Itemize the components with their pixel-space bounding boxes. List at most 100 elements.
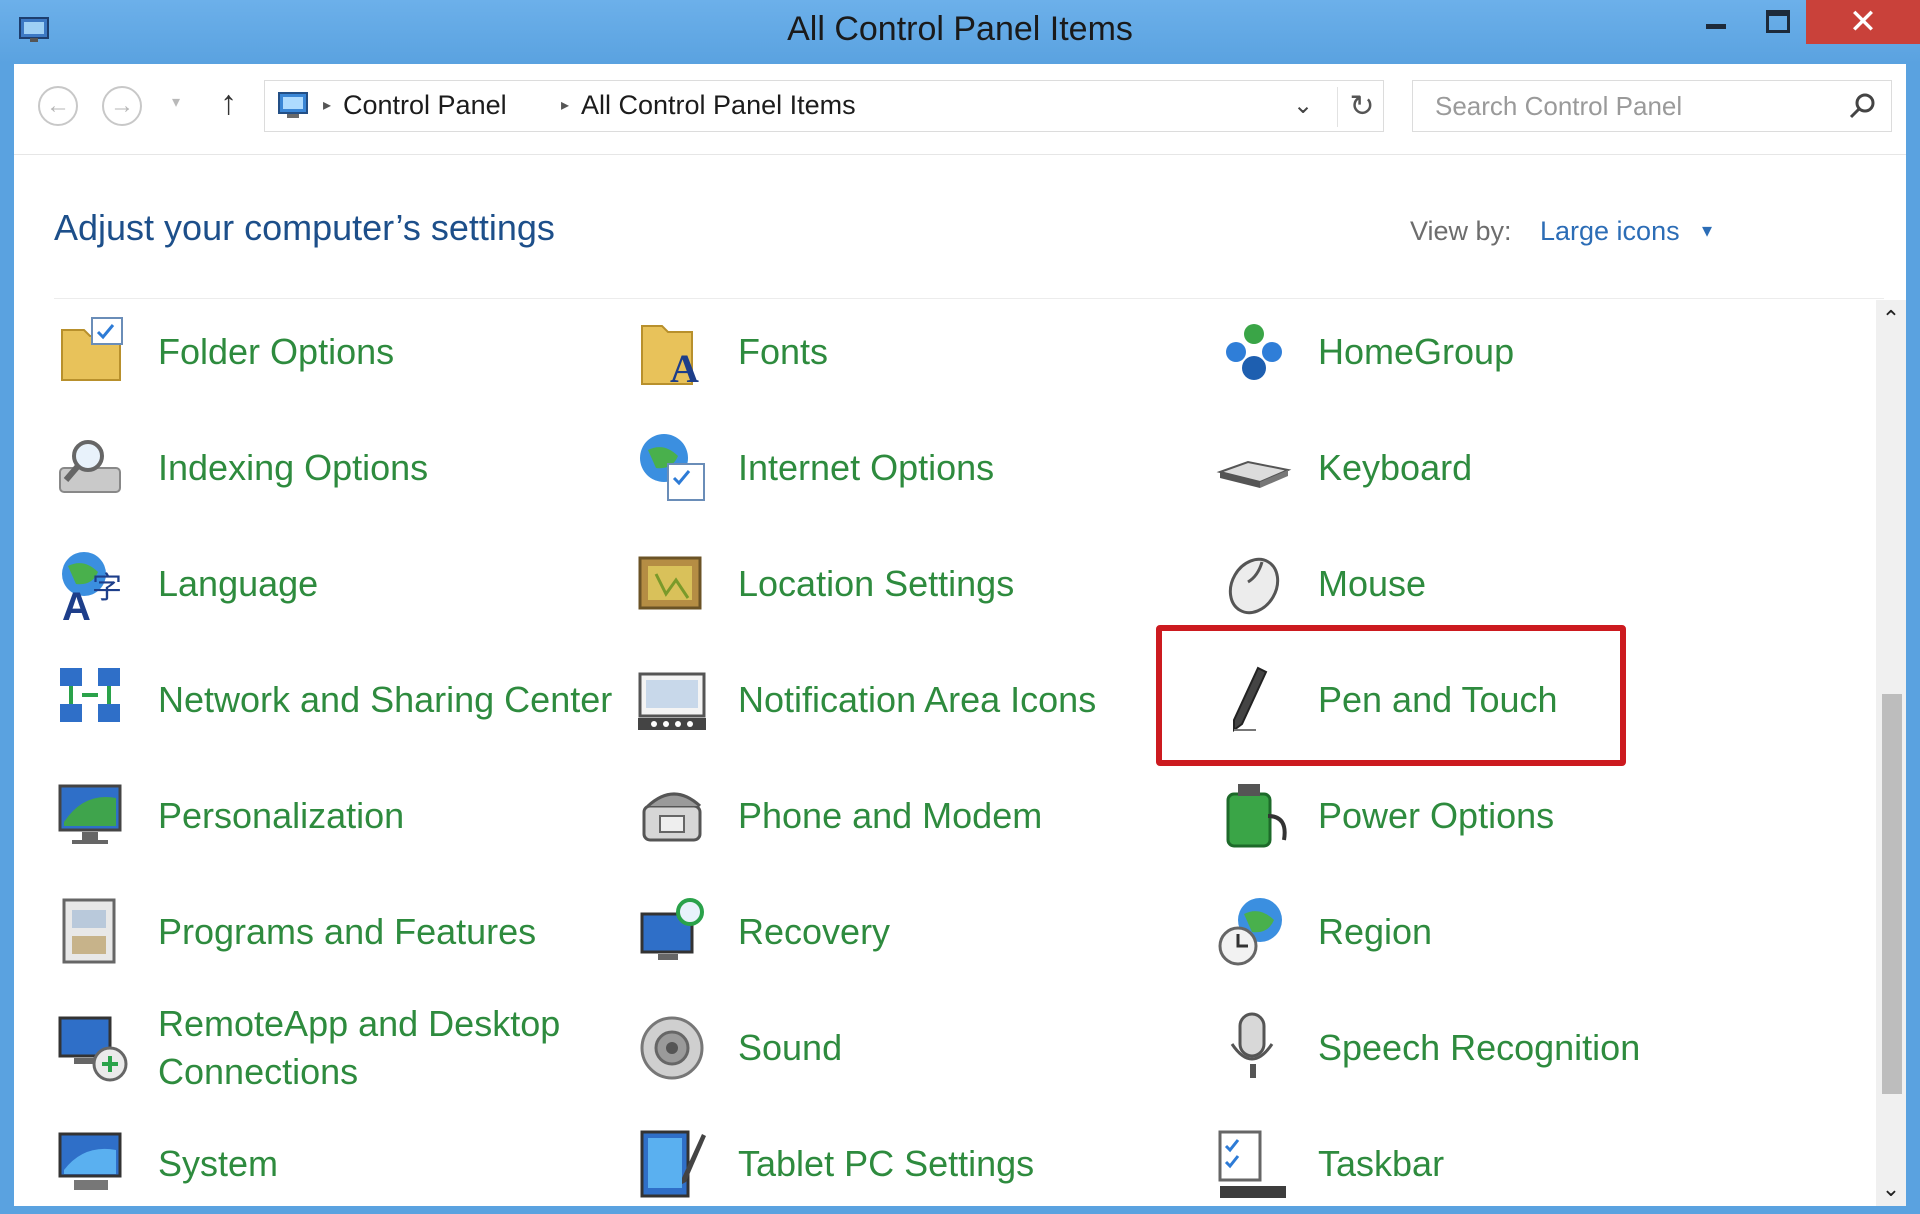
item-label[interactable]: Mouse [1318,560,1778,608]
view-by-label: View by: [1410,216,1512,246]
search-input[interactable]: Search Control Panel [1435,91,1682,122]
item-label[interactable]: Phone and Modem [738,792,1198,840]
view-by-dropdown[interactable]: Large icons [1540,216,1680,247]
breadcrumb-all-items[interactable]: All Control Panel Items [581,90,856,121]
item-tablet-pc-settings[interactable]: Tablet PC Settings [634,1114,1194,1214]
sound-icon [640,1016,704,1080]
power-options-icon [1226,784,1287,848]
back-button[interactable]: ← [38,86,78,126]
item-label[interactable]: Fonts [738,328,1198,376]
item-homegroup[interactable]: HomeGroup [1214,302,1774,402]
title-bar: All Control Panel Items ✕ [0,0,1920,64]
item-label[interactable]: Folder Options [158,328,618,376]
svg-text:A: A [62,585,91,624]
item-taskbar[interactable]: Taskbar [1214,1114,1774,1214]
item-label[interactable]: Internet Options [738,444,1198,492]
keyboard-icon [1216,460,1292,488]
item-internet-options[interactable]: Internet Options [634,418,1194,518]
recent-locations-button[interactable]: ▾ [172,92,180,112]
item-personalization[interactable]: Personalization [54,766,614,866]
item-label[interactable]: Personalization [158,792,618,840]
item-notification-area-icons[interactable]: Notification Area Icons [634,650,1194,750]
search-box[interactable]: Search Control Panel [1412,80,1892,132]
navigation-bar: ← → ▾ ↑ ▸ Control Panel ▸ All Control Pa… [14,64,1906,155]
svg-text:A: A [670,346,699,391]
item-label[interactable]: Sound [738,1024,1198,1072]
item-label[interactable]: Region [1318,908,1778,956]
fonts-icon: A [641,325,699,391]
mouse-icon [1228,557,1280,615]
chevron-down-icon[interactable]: ▾ [1702,218,1712,243]
scroll-up-icon[interactable]: ⌃ [1876,306,1906,332]
item-mouse[interactable]: Mouse [1214,534,1774,634]
control-panel-icon [278,92,308,118]
item-system[interactable]: System [54,1114,614,1214]
window-title: All Control Panel Items [787,10,1133,48]
item-label[interactable]: Indexing Options [158,444,618,492]
recovery-icon [640,898,704,960]
item-language[interactable]: A 字 Language [54,534,614,634]
breadcrumb-separator-icon[interactable]: ▸ [561,95,569,115]
refresh-button[interactable]: ↻ [1337,87,1386,127]
item-programs-and-features[interactable]: Programs and Features [54,882,614,982]
minimize-button[interactable] [1686,0,1744,44]
search-icon[interactable] [1847,91,1877,121]
programs-icon [62,898,116,964]
language-icon: A 字 [62,552,122,624]
item-label[interactable]: Keyboard [1318,444,1778,492]
item-label[interactable]: System [158,1140,618,1188]
maximize-button[interactable] [1746,0,1804,44]
item-remoteapp[interactable]: RemoteApp and Desktop Connections [54,998,614,1098]
taskbar-icon [1218,1130,1286,1198]
vertical-scrollbar[interactable]: ⌃ ⌄ [1876,300,1906,1206]
close-button[interactable]: ✕ [1806,0,1920,44]
item-label[interactable]: Power Options [1318,792,1778,840]
folder-options-icon [61,317,123,381]
item-fonts[interactable]: A Fonts [634,302,1194,402]
item-label[interactable]: Location Settings [738,560,1198,608]
address-bar[interactable]: ▸ Control Panel ▸ All Control Panel Item… [264,80,1384,132]
tablet-icon [640,1130,706,1198]
item-network-sharing[interactable]: Network and Sharing Center [54,650,614,750]
network-icon [60,668,120,722]
item-label[interactable]: Taskbar [1318,1140,1778,1188]
item-location-settings[interactable]: Location Settings [634,534,1194,634]
item-label[interactable]: RemoteApp and Desktop Connections [158,1000,618,1096]
up-button[interactable]: ↑ [220,84,237,123]
phone-icon [642,792,702,842]
system-icon [58,1132,122,1190]
divider [54,298,1884,299]
item-folder-options[interactable]: Folder Options [54,302,614,402]
item-label[interactable]: Programs and Features [158,908,618,956]
item-sound[interactable]: Sound [634,998,1194,1098]
item-phone-and-modem[interactable]: Phone and Modem [634,766,1194,866]
close-icon: ✕ [1848,3,1878,41]
region-icon [1218,898,1282,966]
notification-area-icon [638,672,706,730]
item-recovery[interactable]: Recovery [634,882,1194,982]
item-label[interactable]: Tablet PC Settings [738,1140,1198,1188]
homegroup-icon [1226,324,1282,380]
item-speech-recognition[interactable]: Speech Recognition [1214,998,1774,1098]
remoteapp-icon [58,1016,128,1082]
item-label[interactable]: Speech Recognition [1318,1024,1778,1072]
scroll-down-icon[interactable]: ⌄ [1876,1176,1906,1202]
item-label[interactable]: HomeGroup [1318,328,1778,376]
breadcrumb-control-panel[interactable]: Control Panel [343,90,507,121]
scrollbar-thumb[interactable] [1882,694,1902,1094]
breadcrumb-separator-icon[interactable]: ▸ [323,95,331,115]
item-indexing-options[interactable]: Indexing Options [54,418,614,518]
address-dropdown-icon[interactable]: ⌄ [1293,91,1313,120]
item-region[interactable]: Region [1214,882,1774,982]
item-power-options[interactable]: Power Options [1214,766,1774,866]
item-label[interactable]: Language [158,560,618,608]
forward-button[interactable]: → [102,86,142,126]
svg-text:字: 字 [92,571,122,606]
window-content: ← → ▾ ↑ ▸ Control Panel ▸ All Control Pa… [14,64,1906,1206]
item-label[interactable]: Notification Area Icons [738,676,1198,724]
highlight-box [1156,625,1626,766]
item-keyboard[interactable]: Keyboard [1214,418,1774,518]
item-label[interactable]: Network and Sharing Center [158,676,618,724]
item-label[interactable]: Recovery [738,908,1198,956]
indexing-options-icon [59,440,121,493]
